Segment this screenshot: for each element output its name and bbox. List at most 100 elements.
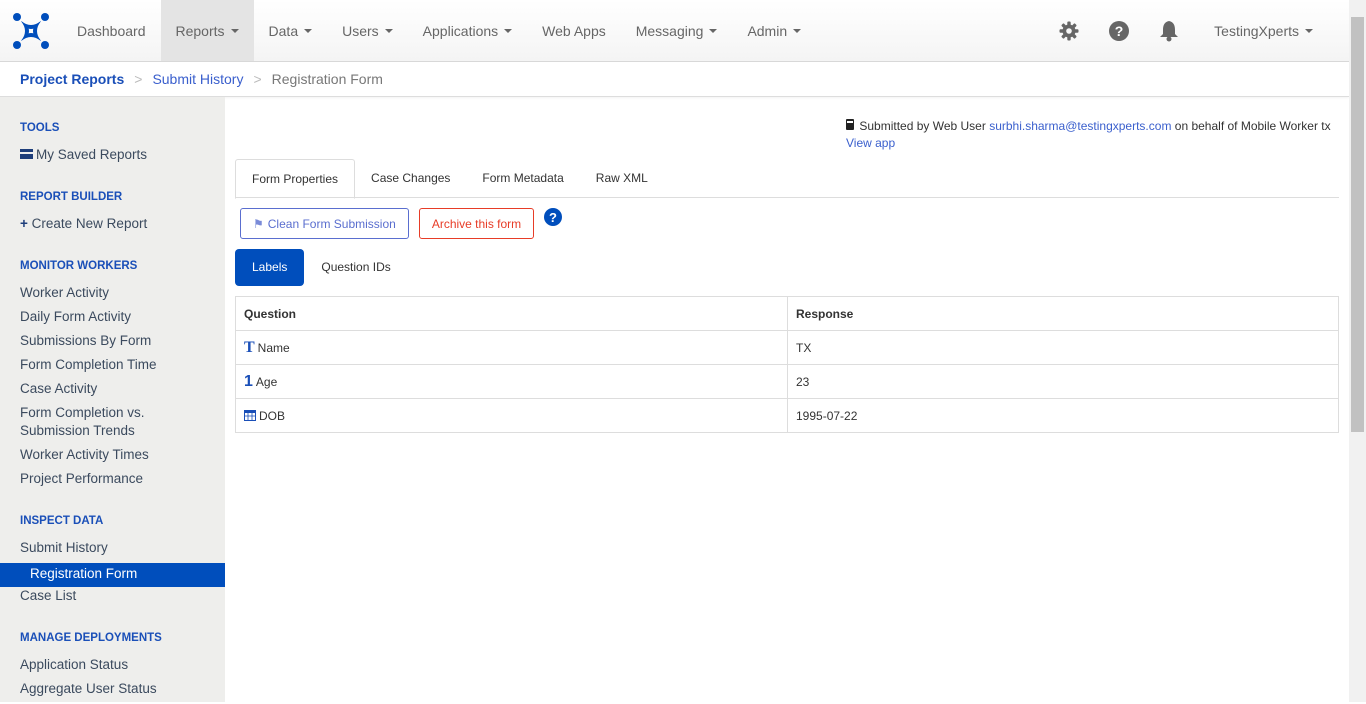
sidebar: TOOLS My Saved Reports REPORT BUILDER + … — [0, 97, 225, 702]
caret-down-icon — [793, 28, 802, 33]
question-label: Name — [257, 340, 290, 355]
tab-raw-xml[interactable]: Raw XML — [580, 159, 664, 197]
caret-down-icon — [1305, 28, 1313, 33]
plus-icon: + — [20, 216, 28, 231]
bell-icon[interactable] — [1144, 20, 1194, 42]
top-navbar: Dashboard Reports Data Users Application… — [0, 0, 1349, 62]
question-label: DOB — [259, 408, 286, 423]
sidebar-item-label: My Saved Reports — [36, 147, 148, 162]
text-type-icon: T — [244, 338, 255, 356]
nav-web-apps[interactable]: Web Apps — [527, 0, 621, 61]
nav-label: Web Apps — [542, 22, 606, 39]
archive-form-button[interactable]: Archive this form — [418, 208, 535, 239]
sidebar-item-my-saved-reports[interactable]: My Saved Reports — [0, 146, 225, 170]
breadcrumb-current: Registration Form — [271, 71, 383, 87]
gear-icon[interactable] — [1044, 21, 1094, 41]
caret-down-icon — [304, 28, 313, 33]
svg-text:?: ? — [1115, 23, 1124, 39]
pill-question-ids[interactable]: Question IDs — [304, 249, 407, 286]
label-mode-toggle: Labels Question IDs — [235, 249, 408, 286]
sidebar-item-submissions-by-form[interactable]: Submissions By Form — [0, 332, 225, 356]
sidebar-item-case-activity[interactable]: Case Activity — [0, 380, 225, 404]
sidebar-item-registration-form[interactable]: Registration Form — [0, 563, 225, 587]
nav-data[interactable]: Data — [254, 0, 328, 61]
tab-case-changes[interactable]: Case Changes — [355, 159, 466, 197]
tab-form-metadata[interactable]: Form Metadata — [466, 159, 579, 197]
response-value: TX — [787, 330, 1339, 365]
table-row: 1 Age 23 — [235, 364, 1339, 399]
svg-text:?: ? — [549, 210, 557, 225]
response-value: 1995-07-22 — [787, 398, 1339, 433]
caret-down-icon — [384, 28, 393, 33]
column-header: Response — [787, 296, 1339, 331]
sidebar-heading: TOOLS — [20, 122, 60, 134]
logo-icon — [13, 12, 49, 49]
breadcrumb-separator: > — [253, 71, 262, 87]
nav-reports[interactable]: Reports — [160, 0, 254, 61]
table-row: T Name TX — [235, 330, 1339, 365]
table-header-row: Question Response — [235, 296, 1339, 331]
submitted-by-text: Submitted by Web User — [859, 119, 986, 133]
sidebar-item-worker-activity-times[interactable]: Worker Activity Times — [0, 446, 225, 470]
sidebar-heading: INSPECT DATA — [20, 515, 104, 527]
sidebar-heading: MANAGE DEPLOYMENTS — [20, 632, 162, 644]
breadcrumb-project-reports[interactable]: Project Reports — [20, 71, 124, 87]
caret-down-icon — [709, 28, 718, 33]
nav-dashboard[interactable]: Dashboard — [62, 0, 161, 61]
button-label: Clean Form Submission — [267, 216, 396, 231]
submission-info: Submitted by Web User surbhi.sharma@test… — [846, 118, 1336, 152]
lock-icon — [846, 123, 854, 130]
user-name: TestingXperts — [1214, 22, 1299, 39]
page-scrollbar[interactable] — [1349, 0, 1366, 702]
view-app-link[interactable]: View app — [846, 136, 895, 150]
nav-label: Dashboard — [77, 22, 146, 39]
form-tabs: Form Properties Case Changes Form Metada… — [235, 159, 1339, 199]
breadcrumb-separator: > — [134, 71, 143, 87]
sidebar-item-aggregate-user-status[interactable]: Aggregate User Status — [0, 680, 225, 704]
form-data-table: Question Response T Name TX 1 Age 23 DOB 1995-… — [235, 296, 1339, 433]
tab-form-properties[interactable]: Form Properties — [235, 159, 356, 199]
sidebar-item-daily-form-activity[interactable]: Daily Form Activity — [0, 308, 225, 332]
sidebar-heading: MONITOR WORKERS — [20, 260, 138, 272]
flag-icon: ⚑ — [253, 216, 264, 231]
sidebar-item-label: Create New Report — [31, 216, 148, 231]
nav-users[interactable]: Users — [327, 0, 408, 61]
table-row: DOB 1995-07-22 — [235, 398, 1339, 433]
nav-label: Data — [268, 22, 299, 39]
scrollbar-thumb[interactable] — [1351, 17, 1364, 432]
saved-reports-icon — [20, 149, 33, 159]
nav-label: Applications — [422, 22, 499, 39]
nav-messaging[interactable]: Messaging — [621, 0, 733, 61]
sidebar-heading: REPORT BUILDER — [20, 191, 123, 203]
sidebar-item-application-status[interactable]: Application Status — [0, 656, 225, 680]
number-type-icon: 1 — [244, 372, 253, 390]
nav-label: Admin — [747, 22, 788, 39]
nav-applications[interactable]: Applications — [408, 0, 528, 61]
user-menu[interactable]: TestingXperts — [1194, 23, 1349, 39]
help-icon[interactable]: ? — [544, 208, 563, 226]
sidebar-item-create-new-report[interactable]: + Create New Report — [0, 215, 225, 239]
response-value: 23 — [787, 364, 1339, 399]
nav-label: Users — [342, 22, 379, 39]
sidebar-item-form-completion-time[interactable]: Form Completion Time — [0, 356, 225, 380]
sidebar-item-project-performance[interactable]: Project Performance — [0, 470, 225, 494]
app-logo[interactable] — [0, 0, 62, 61]
user-email-link[interactable]: surbhi.sharma@testingxperts.com — [989, 119, 1171, 133]
breadcrumb: Project Reports > Submit History > Regis… — [0, 62, 1349, 97]
sidebar-item-submit-history[interactable]: Submit History — [0, 539, 225, 563]
sidebar-item-case-list[interactable]: Case List — [0, 587, 225, 611]
on-behalf-text: on behalf of Mobile Worker tx — [1174, 119, 1331, 133]
column-header: Question — [235, 296, 788, 331]
caret-down-icon — [230, 28, 239, 33]
sidebar-item-worker-activity[interactable]: Worker Activity — [0, 284, 225, 308]
help-icon[interactable]: ? — [1094, 20, 1144, 41]
clean-form-submission-button[interactable]: ⚑ Clean Form Submission — [240, 208, 409, 239]
pill-labels[interactable]: Labels — [235, 249, 305, 286]
question-label: Age — [255, 374, 278, 389]
nav-label: Reports — [175, 22, 225, 39]
breadcrumb-submit-history[interactable]: Submit History — [152, 71, 243, 87]
nav-label: Messaging — [635, 22, 704, 39]
sidebar-item-form-completion-trends[interactable]: Form Completion vs. Submission Trends — [0, 404, 150, 446]
calendar-icon — [244, 409, 256, 421]
nav-admin[interactable]: Admin — [732, 0, 816, 61]
